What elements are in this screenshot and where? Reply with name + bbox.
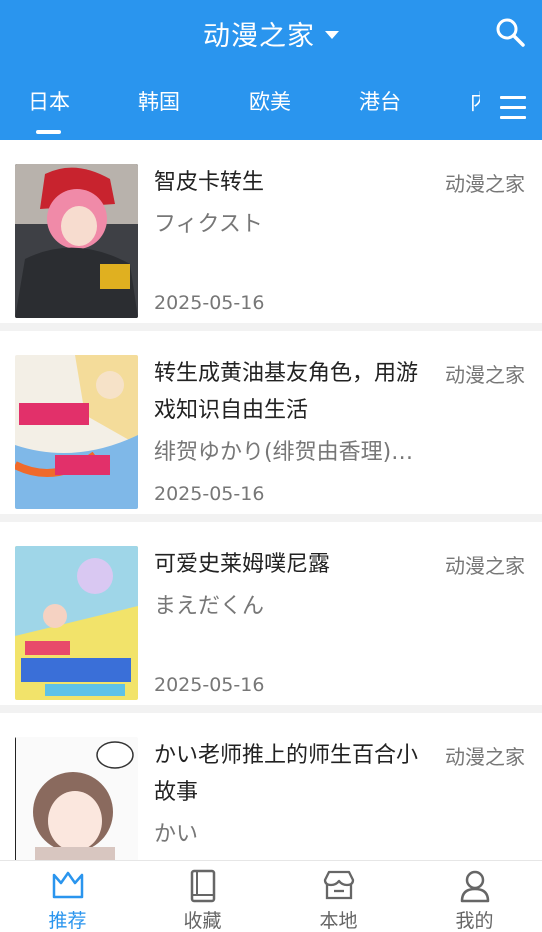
nav-profile[interactable]: 我的 <box>407 861 542 932</box>
menu-button[interactable] <box>500 94 526 122</box>
comic-source: 动漫之家 <box>445 363 525 387</box>
comic-date: 2025-05-16 <box>154 674 265 696</box>
book-icon <box>190 869 215 903</box>
comic-date: 2025-05-16 <box>154 292 265 314</box>
tab-europe-america[interactable]: 欧美 <box>249 86 291 116</box>
comic-title: 智皮卡转生 <box>154 170 265 195</box>
nav-recommend[interactable]: 推荐 <box>0 861 135 932</box>
person-icon <box>460 870 489 903</box>
comic-source: 动漫之家 <box>445 172 525 196</box>
nav-favorites[interactable]: 收藏 <box>135 861 270 932</box>
comic-author: 绯贺ゆかり(绯贺由香理)… <box>154 440 414 465</box>
search-button[interactable] <box>494 16 526 48</box>
comic-list: 智皮卡转生 フィクスト 动漫之家 2025-05-16 转生成黄油基友角色，用游… <box>0 140 542 860</box>
bottom-navigation: 推荐 收藏 本地 我的 <box>0 860 542 932</box>
tab-hk-taiwan[interactable]: 港台 <box>359 86 401 116</box>
comic-cover[interactable] <box>15 355 138 509</box>
tab-korea[interactable]: 韩国 <box>138 86 180 116</box>
tab-japan[interactable]: 日本 <box>28 86 70 116</box>
tab-mainland[interactable]: 内地 <box>470 86 480 116</box>
comic-card[interactable]: かい老师推上的师生百合小故事 かい 动漫之家 <box>0 713 542 860</box>
nav-local[interactable]: 本地 <box>271 861 406 932</box>
caret-down-icon <box>325 31 339 39</box>
comic-cover[interactable] <box>15 164 138 318</box>
comic-author: フィクスト <box>154 212 263 237</box>
comic-cover[interactable] <box>15 546 138 700</box>
comic-source: 动漫之家 <box>445 554 525 578</box>
comic-title: 转生成黄油基友角色，用游戏知识自由生活 <box>154 361 419 423</box>
comic-title: 可爱史莱姆噗尼露 <box>154 552 331 577</box>
source-selector[interactable]: 动漫之家 <box>203 14 339 53</box>
crown-icon <box>52 871 83 899</box>
store-icon <box>323 870 354 900</box>
comic-author: まえだくん <box>154 594 265 619</box>
app-header: 动漫之家 日本 韩国 欧美 港台 内地 <box>0 0 542 140</box>
comic-source: 动漫之家 <box>445 745 525 769</box>
app-title: 动漫之家 <box>203 21 315 52</box>
menu-icon <box>500 96 526 99</box>
comic-card[interactable]: 可爱史莱姆噗尼露 まえだくん 动漫之家 2025-05-16 <box>0 522 542 705</box>
comic-cover[interactable] <box>15 737 138 860</box>
comic-card[interactable]: 转生成黄油基友角色，用游戏知识自由生活 绯贺ゆかり(绯贺由香理)… 动漫之家 2… <box>0 331 542 514</box>
active-tab-indicator <box>36 130 61 134</box>
comic-title: かい老师推上的师生百合小故事 <box>154 743 419 805</box>
search-icon <box>496 18 525 47</box>
comic-author: かい <box>154 822 199 847</box>
region-tabs: 日本 韩国 欧美 港台 内地 <box>0 86 480 140</box>
comic-date: 2025-05-16 <box>154 483 265 505</box>
comic-card[interactable]: 智皮卡转生 フィクスト 动漫之家 2025-05-16 <box>0 140 542 323</box>
